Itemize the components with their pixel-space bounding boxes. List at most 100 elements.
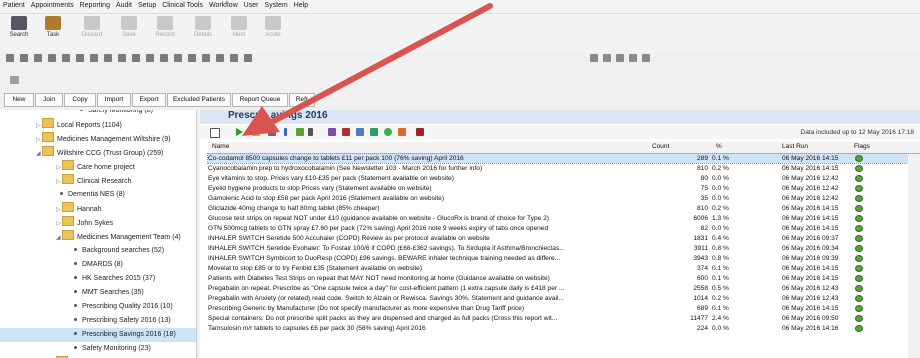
tree-search-item[interactable]: HK Searches 2015 (37) — [0, 272, 196, 286]
tree-folder[interactable]: ◢ Medicines Management Team (4) — [0, 230, 196, 244]
details-button[interactable]: Details — [186, 16, 220, 38]
tree-folder[interactable]: ▷ Clinical Research — [0, 174, 196, 188]
tree-search-item[interactable]: Background searches (52) — [0, 244, 196, 258]
pencil-icon[interactable] — [296, 128, 304, 136]
tool-icon[interactable] — [146, 54, 154, 62]
table-row[interactable]: Pregabalin on repeat. Prescribe as "One … — [208, 284, 920, 293]
tool-icon[interactable] — [629, 54, 637, 62]
tool-icon[interactable] — [216, 54, 224, 62]
table-row[interactable]: Gamolenic Acid to stop £58 per pack Apri… — [208, 194, 920, 203]
flag-icon[interactable] — [855, 215, 863, 222]
tool-icon[interactable] — [76, 54, 84, 62]
join-button[interactable]: Join — [35, 93, 63, 107]
import-button[interactable]: Import — [97, 93, 131, 107]
refr-button[interactable]: Refr — [289, 93, 315, 107]
tool-icon[interactable] — [642, 54, 650, 62]
table-row[interactable]: INHALER SWITCH Symbicort to DuoResp (COP… — [208, 254, 920, 263]
flag-icon[interactable] — [855, 185, 863, 192]
flag-icon[interactable] — [855, 325, 863, 332]
task-button[interactable]: Task — [36, 16, 70, 38]
table-row[interactable]: Movelat to stop £85 or to try Fenbid £35… — [208, 264, 920, 273]
flag-icon[interactable] — [855, 265, 863, 272]
flag-icon[interactable] — [855, 205, 863, 212]
schedule-icon[interactable] — [356, 128, 364, 136]
tool-icon[interactable] — [132, 54, 140, 62]
excluded-patients-button[interactable]: Excluded Patients — [167, 93, 231, 107]
menu-item-help[interactable]: Help — [291, 0, 311, 9]
text-icon[interactable] — [308, 128, 313, 136]
tool-icon[interactable] — [20, 54, 28, 62]
tool-icon[interactable] — [104, 54, 112, 62]
tree-search-item[interactable]: DMARDS (8) — [0, 258, 196, 272]
flag-icon[interactable] — [855, 165, 863, 172]
tool-icon[interactable] — [160, 54, 168, 62]
menu-item-patient[interactable]: Patient — [0, 0, 28, 9]
tool-icon[interactable] — [616, 54, 624, 62]
tree-folder[interactable]: ▷ Care home project — [0, 160, 196, 174]
table-row[interactable]: GTN 500mcg tablets to GTN spray £7.60 pe… — [208, 224, 920, 233]
export-icon[interactable] — [342, 128, 350, 136]
tree-search-item[interactable]: Prescribing Quality 2016 (10) — [0, 300, 196, 314]
tool-icon[interactable] — [62, 54, 70, 62]
flag-icon[interactable] — [855, 235, 863, 242]
menu-item-workflow[interactable]: Workflow — [206, 0, 241, 9]
column-header-name[interactable]: Name — [212, 143, 229, 150]
search-button[interactable]: Search — [2, 16, 36, 38]
export-button[interactable]: Export — [132, 93, 166, 107]
menu-item-clinical-tools[interactable]: Clinical Tools — [159, 0, 206, 9]
flag-icon[interactable] — [855, 175, 863, 182]
table-row[interactable]: Gliclazide 40mg change to half 80mg tabl… — [208, 204, 920, 213]
tree-search-item[interactable]: Prescribing Safety 2016 (13) — [0, 314, 196, 328]
flag-icon[interactable] — [855, 285, 863, 292]
tree-search-item[interactable]: Safety Monitoring (23) — [0, 342, 196, 356]
menu-item-system[interactable]: System — [261, 0, 290, 9]
document-icon[interactable] — [10, 76, 19, 84]
copy-button[interactable]: Copy — [64, 93, 96, 107]
acute-button[interactable]: Acute — [256, 16, 290, 38]
flag-icon[interactable] — [855, 305, 863, 312]
chart-icon[interactable] — [370, 128, 378, 136]
table-row[interactable]: INHALER SWITCH Seretide 500 Accuhaler (C… — [208, 234, 920, 243]
flag-icon[interactable] — [855, 255, 863, 262]
info-icon[interactable] — [284, 128, 287, 136]
tree-folder[interactable]: ◢ Wiltshire CCG (Trust Group) (259) — [0, 146, 196, 160]
column-header-flags[interactable]: Flags — [854, 143, 870, 150]
column-header-last-run[interactable]: Last Run — [782, 143, 808, 150]
tool-icon[interactable] — [174, 54, 182, 62]
tool-icon[interactable] — [48, 54, 56, 62]
flag-icon[interactable] — [855, 295, 863, 302]
menu-item-setup[interactable]: Setup — [135, 0, 159, 9]
table-row[interactable]: Cyanocobalamin prep to hydroxocobalamin … — [208, 164, 920, 173]
tool-icon[interactable] — [244, 54, 252, 62]
tool-icon[interactable] — [34, 54, 42, 62]
tool-icon[interactable] — [6, 54, 14, 62]
save-button[interactable]: Save — [112, 16, 146, 38]
checkbox-icon[interactable] — [210, 128, 220, 138]
flag-icon[interactable] — [855, 245, 863, 252]
column-header-count[interactable]: Count — [652, 143, 669, 150]
tool-icon[interactable] — [202, 54, 210, 62]
tree-search-item[interactable]: Prescribing Savings 2016 (18) — [0, 328, 196, 342]
tree-folder[interactable]: ▷ Hannah — [0, 202, 196, 216]
discard-button[interactable]: Discard — [75, 16, 109, 38]
flag-icon[interactable] — [855, 195, 863, 202]
flag-icon[interactable] — [855, 315, 863, 322]
tree-folder[interactable]: ▷ Medicines Management Wiltshire (9) — [0, 132, 196, 146]
new-button[interactable]: New — [4, 93, 34, 107]
table-row[interactable]: Co-codamol 8500 capsules change to table… — [207, 153, 920, 164]
tree-search-item[interactable]: MMT Searches (35) — [0, 286, 196, 300]
folder-icon[interactable] — [252, 128, 260, 136]
refresh-icon[interactable] — [384, 128, 392, 136]
table-row[interactable]: Tamsulosin m/r tablets to capsules £6 pe… — [208, 324, 920, 333]
flag-icon[interactable] — [855, 275, 863, 282]
filter-icon[interactable] — [398, 128, 406, 136]
menu-item-reporting[interactable]: Reporting — [77, 0, 113, 9]
flag-icon[interactable] — [855, 155, 863, 162]
tool-icon[interactable] — [590, 54, 598, 62]
menu-item-user[interactable]: User — [241, 0, 262, 9]
tool-icon[interactable] — [603, 54, 611, 62]
flag-icon[interactable] — [855, 225, 863, 232]
tool-icon[interactable] — [90, 54, 98, 62]
run-icon[interactable] — [236, 128, 243, 136]
column-header-percent[interactable]: % — [716, 143, 722, 150]
